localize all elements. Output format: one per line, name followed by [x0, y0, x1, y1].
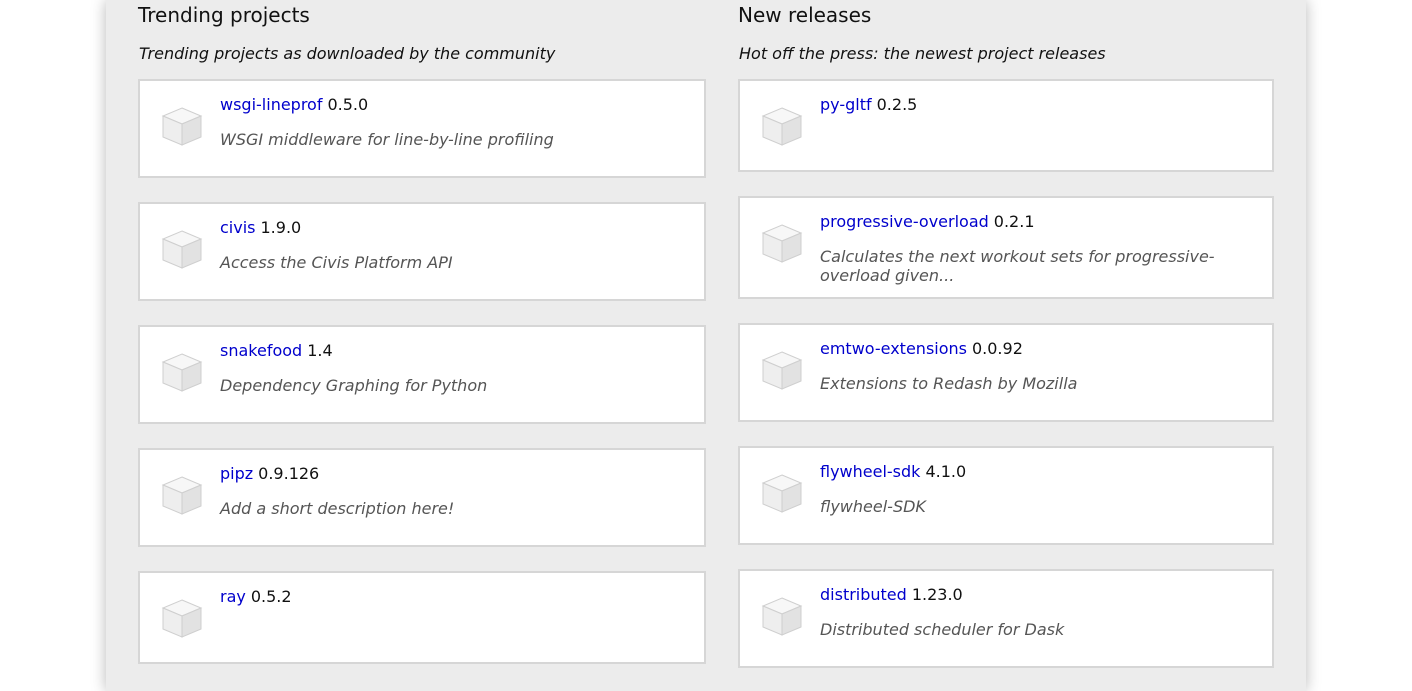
- project-name-link[interactable]: civis: [220, 218, 256, 237]
- card-heading: flywheel-sdk 4.1.0: [820, 462, 966, 481]
- package-cube-icon: [761, 107, 803, 146]
- release-card-flywheel-sdk[interactable]: flywheel-sdk 4.1.0 flywheel-SDK: [738, 446, 1274, 545]
- project-description: Extensions to Redash by Mozilla: [820, 374, 1078, 393]
- project-version: 0.0.92: [971, 339, 1023, 358]
- package-cube-icon: [161, 107, 203, 146]
- card-heading: wsgi-lineprof 0.5.0: [220, 95, 368, 114]
- project-description: Distributed scheduler for Dask: [820, 620, 1065, 639]
- card-heading: progressive-overload 0.2.1: [820, 212, 1035, 231]
- release-card-py-gltf[interactable]: py-gltf 0.2.5: [738, 79, 1274, 172]
- card-heading: distributed 1.23.0: [820, 585, 963, 604]
- package-cube-icon: [761, 351, 803, 390]
- package-cube-icon: [761, 224, 803, 263]
- card-heading: ray 0.5.2: [220, 587, 292, 606]
- project-name-link[interactable]: ray: [220, 587, 246, 606]
- project-card-ray[interactable]: ray 0.5.2: [138, 571, 706, 664]
- section-subtitle: Hot off the press: the newest project re…: [739, 44, 1106, 63]
- release-card-emtwo-extensions[interactable]: emtwo-extensions 0.0.92 Extensions to Red…: [738, 323, 1274, 422]
- release-card-progressive-overload[interactable]: progressive-overload 0.2.1 Calculates the…: [738, 196, 1274, 299]
- project-version: 0.5.0: [327, 95, 369, 114]
- project-version: 4.1.0: [925, 462, 967, 481]
- project-version: 0.9.126: [258, 464, 320, 483]
- project-name-link[interactable]: flywheel-sdk: [820, 462, 920, 481]
- main-panel: Trending projects Trending projects as d…: [106, 0, 1306, 691]
- project-version: 1.4: [307, 341, 333, 360]
- project-name-link[interactable]: emtwo-extensions: [820, 339, 967, 358]
- project-name-link[interactable]: snakefood: [220, 341, 302, 360]
- package-cube-icon: [161, 476, 203, 515]
- project-version: 0.2.5: [876, 95, 918, 114]
- project-name-link[interactable]: distributed: [820, 585, 907, 604]
- package-cube-icon: [161, 353, 203, 392]
- project-version: 0.5.2: [250, 587, 292, 606]
- project-description: flywheel-SDK: [820, 497, 926, 516]
- project-name-link[interactable]: py-gltf: [820, 95, 872, 114]
- project-card-civis[interactable]: civis 1.9.0 Access the Civis Platform API: [138, 202, 706, 301]
- package-cube-icon: [761, 597, 803, 636]
- section-title: New releases: [738, 3, 872, 27]
- package-cube-icon: [161, 599, 203, 638]
- project-name-link[interactable]: wsgi-lineprof: [220, 95, 322, 114]
- project-description: Dependency Graphing for Python: [220, 376, 488, 395]
- package-cube-icon: [761, 474, 803, 513]
- section-subtitle: Trending projects as downloaded by the c…: [139, 44, 556, 63]
- project-card-pipz[interactable]: pipz 0.9.126 Add a short description here…: [138, 448, 706, 547]
- project-version: 1.23.0: [911, 585, 963, 604]
- package-cube-icon: [161, 230, 203, 269]
- card-heading: civis 1.9.0: [220, 218, 301, 237]
- release-card-distributed[interactable]: distributed 1.23.0 Distributed scheduler …: [738, 569, 1274, 668]
- project-description: Access the Civis Platform API: [220, 253, 453, 272]
- project-name-link[interactable]: progressive-overload: [820, 212, 989, 231]
- project-description: WSGI middleware for line-by-line profili…: [220, 130, 554, 149]
- card-heading: emtwo-extensions 0.0.92: [820, 339, 1023, 358]
- project-card-wsgi-lineprof[interactable]: wsgi-lineprof 0.5.0 WSGI middleware for l…: [138, 79, 706, 178]
- project-card-snakefood[interactable]: snakefood 1.4 Dependency Graphing for Pyt…: [138, 325, 706, 424]
- project-description: Calculates the next workout sets for pro…: [820, 247, 1215, 285]
- project-description: Add a short description here!: [220, 499, 455, 518]
- card-heading: py-gltf 0.2.5: [820, 95, 917, 114]
- section-title: Trending projects: [138, 3, 310, 27]
- project-version: 1.9.0: [260, 218, 302, 237]
- project-version: 0.2.1: [993, 212, 1035, 231]
- card-heading: pipz 0.9.126: [220, 464, 319, 483]
- project-name-link[interactable]: pipz: [220, 464, 253, 483]
- card-heading: snakefood 1.4: [220, 341, 333, 360]
